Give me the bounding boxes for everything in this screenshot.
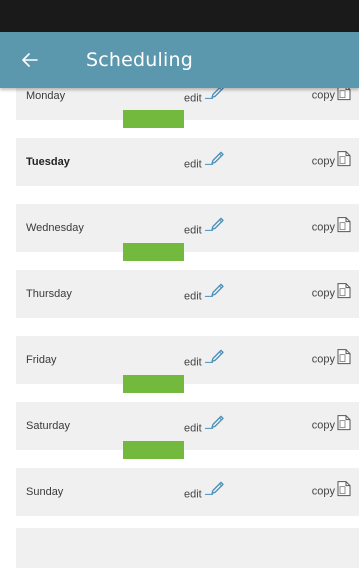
- edit-button[interactable]: edit: [184, 283, 225, 302]
- day-label: Sunday: [26, 486, 64, 498]
- edit-button[interactable]: edit: [184, 481, 225, 500]
- copy-button[interactable]: copy: [312, 88, 351, 106]
- day-label: Wednesday: [26, 222, 84, 234]
- day-row-sunday: Sunday edit copy: [16, 468, 359, 516]
- day-label: Friday: [26, 354, 57, 366]
- copy-button[interactable]: copy: [312, 151, 351, 172]
- copy-label: copy: [311, 287, 335, 300]
- day-label: Thursday: [26, 288, 72, 300]
- copy-label: copy: [311, 485, 335, 498]
- pencil-icon: [204, 283, 225, 302]
- copy-label: copy: [311, 419, 335, 432]
- copy-label: copy: [311, 353, 335, 366]
- edit-label: edit: [184, 356, 202, 369]
- document-copy-icon: [337, 349, 351, 370]
- system-status-bar: [0, 0, 359, 32]
- document-copy-icon: [337, 415, 351, 436]
- schedule-list: Monday edit copy Tuesday edit copy Wedne…: [0, 88, 359, 568]
- copy-label: copy: [311, 155, 335, 168]
- document-copy-icon: [337, 481, 351, 502]
- page-title: Scheduling: [86, 49, 194, 71]
- app-bar: Scheduling: [0, 32, 359, 88]
- copy-button[interactable]: copy: [312, 283, 351, 304]
- edit-button[interactable]: edit: [184, 217, 225, 236]
- copy-button[interactable]: copy: [312, 415, 351, 436]
- schedule-indicator: [123, 243, 184, 261]
- day-row-thursday: Thursday edit copy: [16, 270, 359, 318]
- day-row-friday: Friday edit copy: [16, 336, 359, 384]
- edit-label: edit: [184, 158, 202, 171]
- document-copy-icon: [337, 283, 351, 304]
- document-copy-icon: [337, 217, 351, 238]
- empty-row: [16, 528, 359, 568]
- edit-label: edit: [184, 290, 202, 303]
- back-button[interactable]: [22, 32, 62, 88]
- pencil-icon: [204, 151, 225, 170]
- day-row-wednesday: Wednesday edit copy: [16, 204, 359, 252]
- copy-label: copy: [311, 221, 335, 234]
- pencil-icon: [204, 415, 225, 434]
- pencil-icon: [204, 481, 225, 500]
- pencil-icon: [204, 349, 225, 368]
- schedule-indicator: [123, 375, 184, 393]
- edit-label: edit: [184, 224, 202, 237]
- edit-button[interactable]: edit: [184, 415, 225, 434]
- edit-label: edit: [184, 488, 202, 501]
- document-copy-icon: [337, 88, 351, 106]
- edit-label: edit: [184, 92, 202, 105]
- pencil-icon: [204, 217, 225, 236]
- pencil-icon: [204, 88, 225, 104]
- edit-button[interactable]: edit: [184, 151, 225, 170]
- copy-button[interactable]: copy: [312, 481, 351, 502]
- day-row-tuesday: Tuesday edit copy: [16, 138, 359, 186]
- copy-button[interactable]: copy: [312, 217, 351, 238]
- arrow-left-icon: [22, 53, 38, 67]
- day-row-monday: Monday edit copy: [16, 88, 359, 120]
- edit-label: edit: [184, 422, 202, 435]
- copy-label: copy: [311, 89, 335, 102]
- day-label: Monday: [26, 90, 66, 102]
- schedule-indicator: [123, 110, 184, 128]
- edit-button[interactable]: edit: [184, 88, 225, 104]
- day-label: Tuesday: [26, 156, 70, 168]
- schedule-indicator: [123, 441, 184, 459]
- day-row-saturday: Saturday edit copy: [16, 402, 359, 450]
- edit-button[interactable]: edit: [184, 349, 225, 368]
- document-copy-icon: [337, 151, 351, 172]
- day-label: Saturday: [26, 420, 71, 432]
- copy-button[interactable]: copy: [312, 349, 351, 370]
